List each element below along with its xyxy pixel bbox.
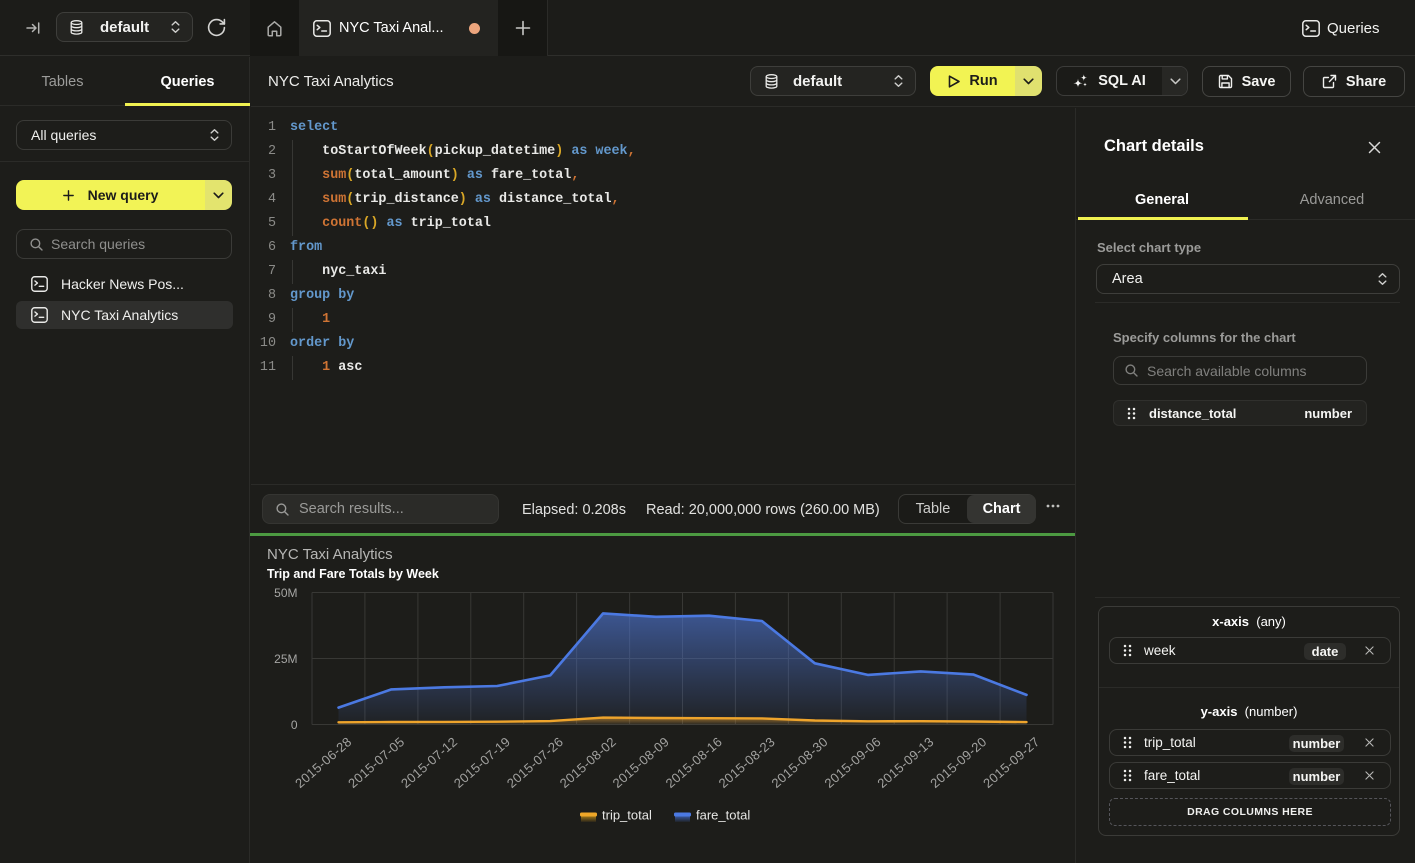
svg-text:trip_total: trip_total <box>602 808 652 823</box>
svg-text:2015-06-28: 2015-06-28 <box>292 734 354 791</box>
svg-text:25M: 25M <box>274 652 297 666</box>
svg-text:50M: 50M <box>274 586 297 600</box>
svg-text:2015-07-26: 2015-07-26 <box>504 734 566 791</box>
svg-text:fare_total: fare_total <box>696 808 750 823</box>
svg-text:2015-09-20: 2015-09-20 <box>927 734 989 791</box>
svg-text:2015-08-30: 2015-08-30 <box>768 734 830 791</box>
svg-text:2015-09-27: 2015-09-27 <box>980 734 1042 791</box>
svg-text:2015-07-12: 2015-07-12 <box>398 734 460 791</box>
svg-text:2015-09-06: 2015-09-06 <box>821 734 883 791</box>
svg-text:2015-08-16: 2015-08-16 <box>663 734 725 791</box>
svg-text:0: 0 <box>291 718 298 732</box>
svg-text:2015-09-13: 2015-09-13 <box>874 734 936 791</box>
svg-text:2015-08-02: 2015-08-02 <box>557 734 619 791</box>
svg-text:2015-08-23: 2015-08-23 <box>716 734 778 791</box>
svg-text:2015-08-09: 2015-08-09 <box>610 734 672 791</box>
svg-text:2015-07-05: 2015-07-05 <box>345 734 407 791</box>
svg-text:2015-07-19: 2015-07-19 <box>451 734 513 791</box>
